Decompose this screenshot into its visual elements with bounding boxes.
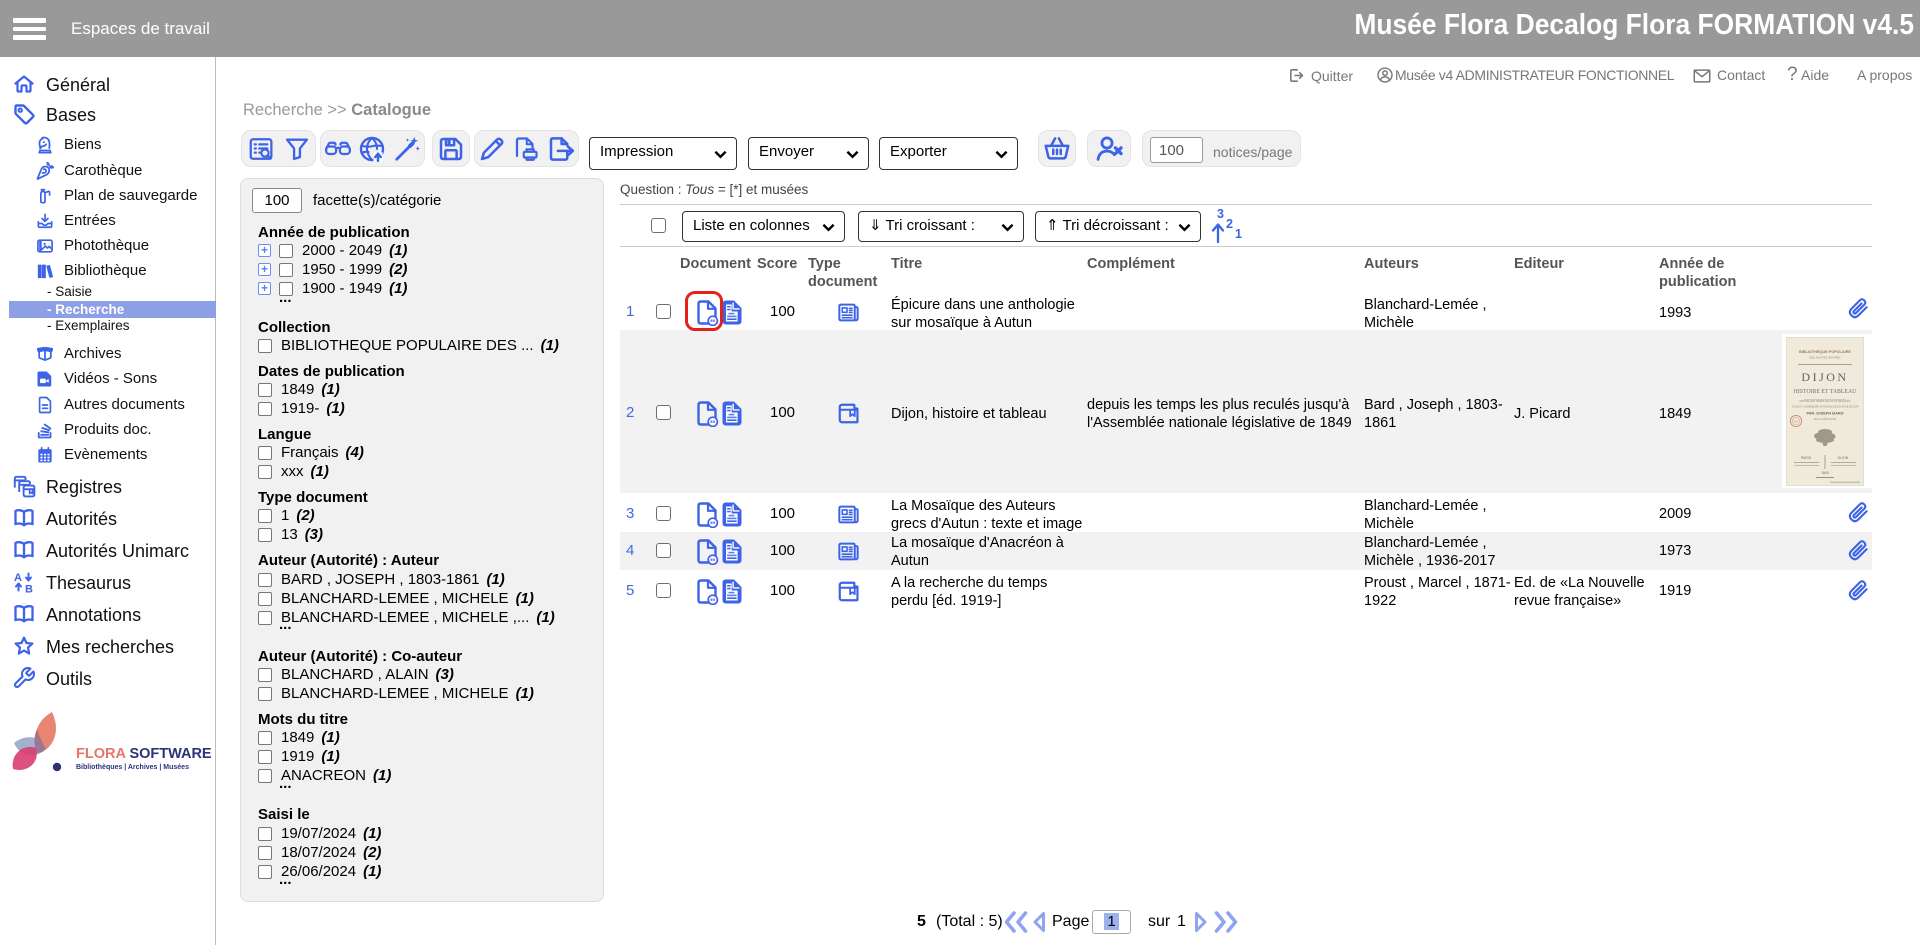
svg-text:DIJON: DIJON (1801, 370, 1848, 384)
svg-text:PAR JOSEPH BARD: PAR JOSEPH BARD (1806, 411, 1843, 416)
svg-text:B.P: B.P (1794, 419, 1799, 423)
svg-text:HISTOIRE ET TABLEAU: HISTOIRE ET TABLEAU (1794, 389, 1857, 395)
svg-text:1849: 1849 (1821, 471, 1829, 475)
svg-text:JUSQU'À L'ASSEMBLÉE NATIONALE: JUSQU'À L'ASSEMBLÉE NATIONALE LÉGISLATIV… (1792, 406, 1860, 409)
svg-text:BIBLIOTHÈQUE POPULAIRE: BIBLIOTHÈQUE POPULAIRE (1799, 349, 1851, 354)
svg-text:DIJON: DIJON (1838, 456, 1849, 460)
svg-text:DES HAUTES ŒUVRES: DES HAUTES ŒUVRES (1809, 356, 1840, 360)
svg-text:PARIS: PARIS (1801, 456, 1812, 460)
